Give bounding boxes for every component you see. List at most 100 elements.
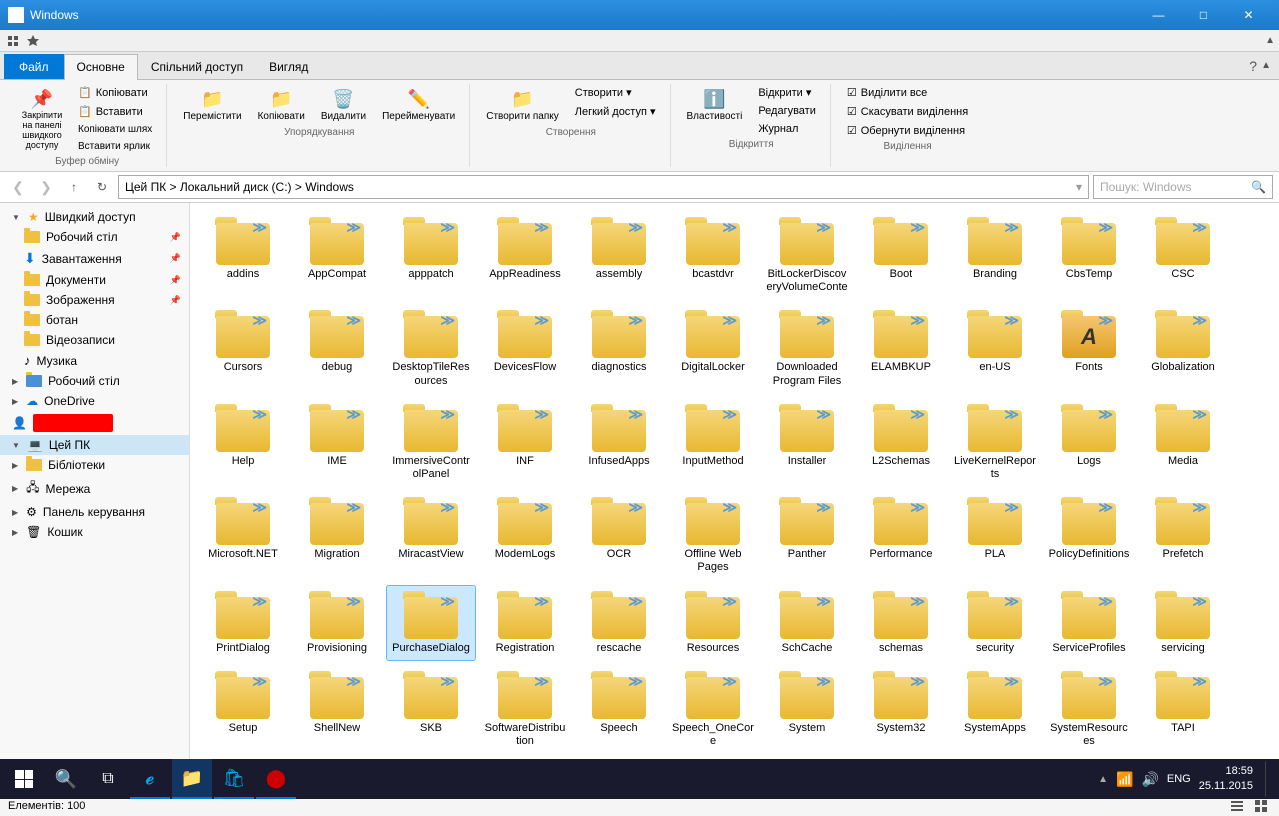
sidebar-item-recycle[interactable]: ▶ 🗑 Кошик xyxy=(0,522,189,542)
file-item[interactable]: ≫ Downloaded Program Files xyxy=(762,304,852,393)
file-item[interactable]: ≫ PurchaseDialog xyxy=(386,585,476,661)
file-item[interactable]: ≫ rescache xyxy=(574,585,664,661)
file-item[interactable]: ≫ Cursors xyxy=(198,304,288,393)
search-box[interactable]: Пошук: Windows 🔍 xyxy=(1093,175,1273,199)
explorer-app[interactable]: 📁 xyxy=(172,759,212,799)
file-area[interactable]: ≫ addins ≫ AppCompat ≫ apppatch ≫ AppRea… xyxy=(190,203,1279,794)
paste-button[interactable]: 📋 Вставити xyxy=(72,103,158,120)
file-item[interactable]: ≫ Boot xyxy=(856,211,946,300)
file-item[interactable]: ≫ debug xyxy=(292,304,382,393)
file-item[interactable]: ≫ BitLockerDiscoveryVolumeContents xyxy=(762,211,852,300)
file-item[interactable]: ≫ SKB xyxy=(386,665,476,754)
file-item[interactable]: ≫ Provisioning xyxy=(292,585,382,661)
file-item[interactable]: ≫ System xyxy=(762,665,852,754)
file-item[interactable]: ≫ ImmersiveControlPanel xyxy=(386,398,476,487)
quick-access-btn[interactable] xyxy=(4,32,22,50)
file-item[interactable]: ≫ Microsoft.NET xyxy=(198,491,288,580)
file-item[interactable]: ≫ Migration xyxy=(292,491,382,580)
sidebar-item-desktop[interactable]: Робочий стіл 📌 xyxy=(0,227,189,247)
file-item[interactable]: ≫ Panther xyxy=(762,491,852,580)
file-item[interactable]: ≫ diagnostics xyxy=(574,304,664,393)
copy-button[interactable]: 📋 Копіювати xyxy=(72,84,158,101)
rename-button[interactable]: ✏️ Перейменувати xyxy=(376,84,461,125)
file-item[interactable]: ≫ PLA xyxy=(950,491,1040,580)
easy-access-button[interactable]: Легкий доступ ▾ xyxy=(569,103,662,120)
history-button[interactable]: Журнал xyxy=(752,121,822,137)
select-all-button[interactable]: ☑ Виділити все xyxy=(841,84,974,101)
file-item[interactable]: ≫ AppCompat xyxy=(292,211,382,300)
file-item[interactable]: ≫ Speech_OneCore xyxy=(668,665,758,754)
file-item[interactable]: ≫ Registration xyxy=(480,585,570,661)
file-item[interactable]: ≫ INF xyxy=(480,398,570,487)
language-indicator[interactable]: ENG xyxy=(1167,773,1191,785)
file-item[interactable]: ≫ PrintDialog xyxy=(198,585,288,661)
file-item[interactable]: ≫ CbsTemp xyxy=(1044,211,1134,300)
search-button[interactable]: 🔍 xyxy=(46,759,86,799)
file-item[interactable]: ≫ apppatch xyxy=(386,211,476,300)
show-desktop-button[interactable] xyxy=(1265,761,1271,797)
file-item[interactable]: ≫ ShellNew xyxy=(292,665,382,754)
file-item[interactable]: ≫ InfusedApps xyxy=(574,398,664,487)
file-item[interactable]: ≫ AppReadiness xyxy=(480,211,570,300)
start-button[interactable] xyxy=(4,759,44,799)
file-item[interactable]: ≫ Offline Web Pages xyxy=(668,491,758,580)
file-item[interactable]: ≫ SystemResources xyxy=(1044,665,1134,754)
file-item[interactable]: ≫ Resources xyxy=(668,585,758,661)
ribbon-minimize-icon[interactable]: ▲ xyxy=(1261,60,1271,71)
file-item[interactable]: ≫ MiracastView xyxy=(386,491,476,580)
deselect-button[interactable]: ☑ Скасувати виділення xyxy=(841,103,974,120)
properties-button[interactable]: ℹ️ Властивості xyxy=(681,84,749,125)
ribbon-toggle-icon[interactable]: ▲ xyxy=(1265,35,1275,46)
tab-view[interactable]: Вигляд xyxy=(256,54,321,79)
file-item[interactable]: ≫ ELAMBKUP xyxy=(856,304,946,393)
sidebar-item-thispc[interactable]: ▼ 💻 Цей ПК xyxy=(0,435,189,455)
close-button[interactable]: ✕ xyxy=(1226,0,1271,30)
delete-button[interactable]: 🗑️ Видалити xyxy=(315,84,372,125)
network-status-icon[interactable]: 📶 xyxy=(1116,771,1133,788)
file-item[interactable]: ≫ TAPI xyxy=(1138,665,1228,754)
file-item[interactable]: ≫ SystemApps xyxy=(950,665,1040,754)
clock[interactable]: 18:59 25.11.2015 xyxy=(1199,764,1253,795)
edge-app[interactable]: 𝓮 xyxy=(130,759,170,799)
file-item[interactable]: ≫ Branding xyxy=(950,211,1040,300)
file-item[interactable]: ≫ PolicyDefinitions xyxy=(1044,491,1134,580)
file-item[interactable]: ≫ ServiceProfiles xyxy=(1044,585,1134,661)
sidebar-item-network[interactable]: ▶ 🖧 Мережа xyxy=(0,475,189,502)
file-item[interactable]: A ≫ Fonts xyxy=(1044,304,1134,393)
file-item[interactable]: ≫ bcastdvr xyxy=(668,211,758,300)
file-item[interactable]: ≫ Installer xyxy=(762,398,852,487)
file-item[interactable]: ≫ Speech xyxy=(574,665,664,754)
file-item[interactable]: ≫ security xyxy=(950,585,1040,661)
copy-path-button[interactable]: Копіювати шлях xyxy=(72,122,158,137)
maximize-button[interactable]: □ xyxy=(1181,0,1226,30)
edit-button[interactable]: Редагувати xyxy=(752,103,822,119)
pin-icon[interactable] xyxy=(24,32,42,50)
refresh-button[interactable]: ↻ xyxy=(90,175,114,199)
file-item[interactable]: ≫ System32 xyxy=(856,665,946,754)
file-item[interactable]: ≫ InputMethod xyxy=(668,398,758,487)
help-icon[interactable]: ? xyxy=(1249,58,1257,74)
sidebar-item-workspace[interactable]: ▶ Робочий стіл xyxy=(0,371,189,391)
file-item[interactable]: ≫ Globalization xyxy=(1138,304,1228,393)
sidebar-item-images[interactable]: Зображення 📌 xyxy=(0,290,189,310)
file-item[interactable]: ≫ DevicesFlow xyxy=(480,304,570,393)
file-item[interactable]: ≫ SoftwareDistribution xyxy=(480,665,570,754)
minimize-button[interactable]: — xyxy=(1136,0,1181,30)
up-button[interactable]: ↑ xyxy=(62,175,86,199)
file-item[interactable]: ≫ ModemLogs xyxy=(480,491,570,580)
tab-file[interactable]: Файл xyxy=(4,54,64,79)
invert-select-button[interactable]: ☑ Обернути виділення xyxy=(841,122,974,139)
sidebar-item-documents[interactable]: Документи 📌 xyxy=(0,270,189,290)
volume-icon[interactable]: 🔊 xyxy=(1141,771,1158,788)
sidebar-item-botan[interactable]: ботан xyxy=(0,310,189,330)
show-desktop-icon[interactable]: ▲ xyxy=(1098,774,1108,785)
tab-home[interactable]: Основне xyxy=(64,54,138,80)
file-item[interactable]: ≫ Media xyxy=(1138,398,1228,487)
file-item[interactable]: ≫ Logs xyxy=(1044,398,1134,487)
sidebar-item-quick-access[interactable]: ▼ ★ Швидкий доступ xyxy=(0,207,189,227)
move-button[interactable]: 📁 Перемістити xyxy=(177,84,247,125)
address-path[interactable]: Цей ПК > Локальний диск (C:) > Windows ▾ xyxy=(118,175,1089,199)
file-item[interactable]: ≫ schemas xyxy=(856,585,946,661)
open-button[interactable]: Відкрити ▾ xyxy=(752,84,822,101)
back-button[interactable]: ❮ xyxy=(6,175,30,199)
